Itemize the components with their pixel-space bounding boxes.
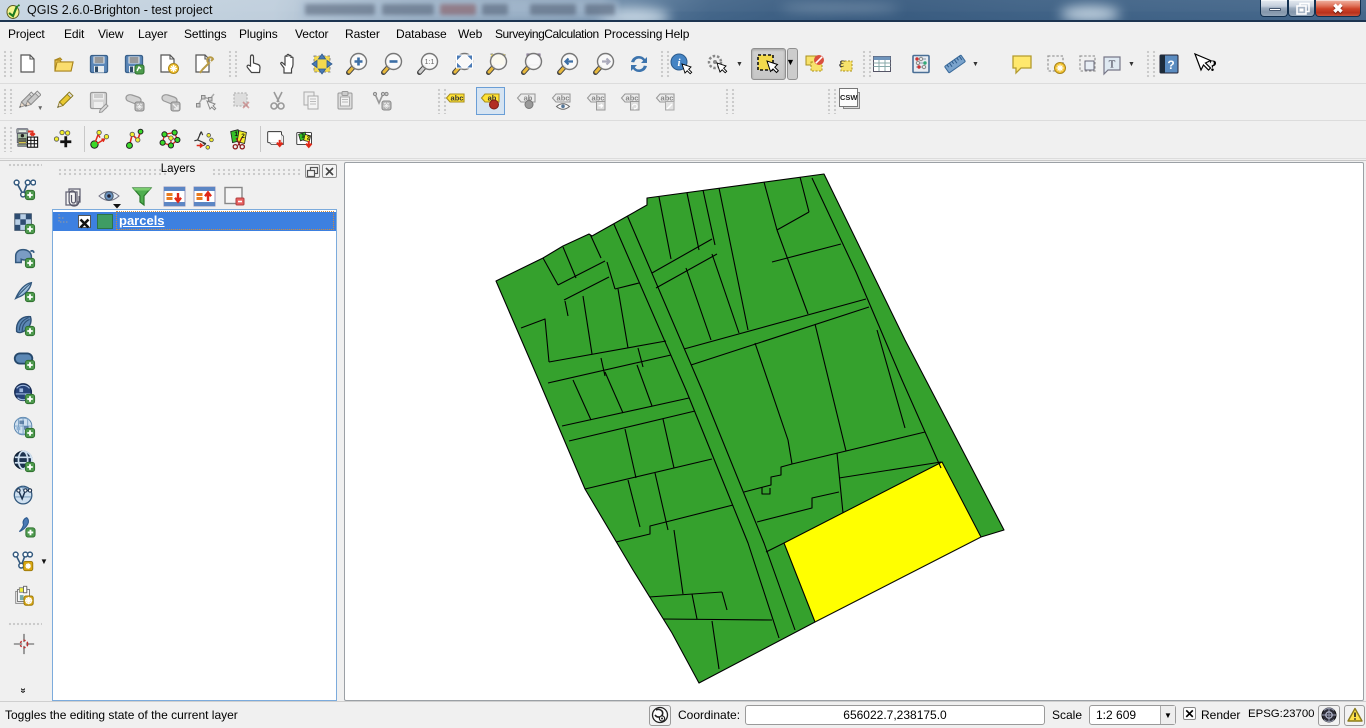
svg-text:2: 2 [307, 135, 310, 141]
svg-text:?: ? [1209, 58, 1216, 75]
svg-text:T: T [1109, 59, 1116, 71]
svg-text:?: ? [1167, 58, 1174, 72]
svg-text:1:1: 1:1 [425, 59, 435, 66]
svg-text:abc: abc [451, 94, 464, 103]
svg-text:abc: abc [557, 94, 570, 103]
svg-text:ε: ε [839, 56, 845, 71]
